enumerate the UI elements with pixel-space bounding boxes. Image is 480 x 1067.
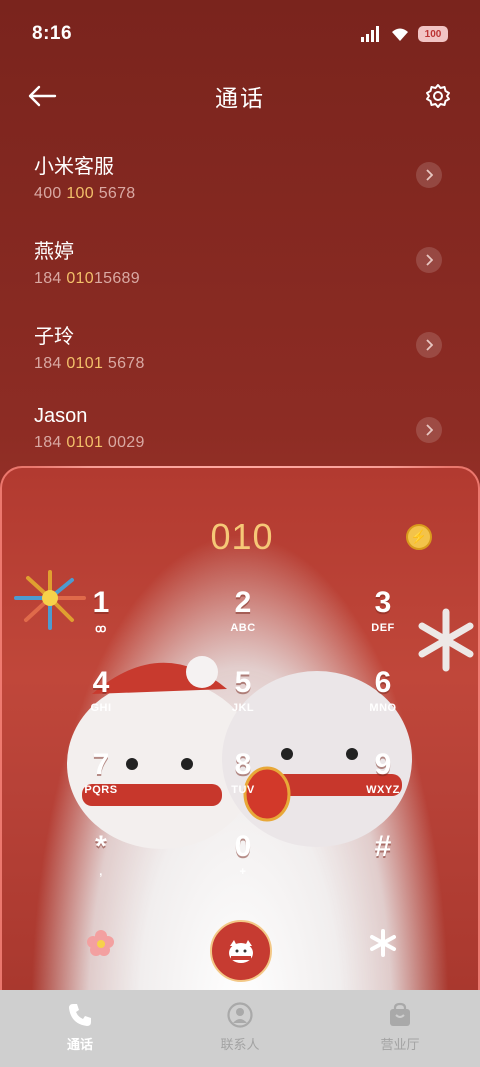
nav-label: 联系人 <box>220 1037 260 1052</box>
nav-store[interactable]: 营业厅 <box>320 990 480 1067</box>
detail-button[interactable] <box>416 417 442 443</box>
bottom-nav: 通话 联系人 营业厅 <box>0 990 480 1067</box>
key-star[interactable]: * , <box>46 830 156 890</box>
chevron-right-icon <box>426 424 433 436</box>
contact-number: 184 0101 5678 <box>34 355 145 372</box>
status-bar: 8:16 100 <box>0 0 480 68</box>
key-hash[interactable]: # <box>328 830 438 890</box>
coin-icon[interactable]: ⚡ <box>406 524 432 550</box>
nav-calls[interactable]: 通话 <box>0 990 160 1067</box>
key-0[interactable]: 0 + <box>188 830 298 890</box>
key-4[interactable]: 4 GHI <box>46 666 156 726</box>
back-arrow-icon <box>28 85 57 107</box>
suggestion-item[interactable]: 子玲 184 0101 5678 <box>0 310 480 395</box>
contact-number: 184 01015689 <box>34 270 140 287</box>
suggestion-item[interactable]: 燕婷 184 01015689 <box>0 225 480 310</box>
contact-name: 燕婷 <box>34 241 74 263</box>
chevron-right-icon <box>426 254 433 266</box>
flower-icon[interactable] <box>86 928 116 958</box>
contact-icon <box>227 1002 253 1028</box>
settings-button[interactable] <box>418 76 458 116</box>
detail-button[interactable] <box>416 162 442 188</box>
status-icons: 100 <box>360 26 448 42</box>
key-3[interactable]: 3 DEF <box>328 586 438 646</box>
gear-icon <box>426 84 450 108</box>
page-title: 通话 <box>215 85 265 111</box>
signal-icon <box>361 26 379 42</box>
phone-icon <box>69 1004 91 1026</box>
contact-name: Jason <box>34 405 88 427</box>
nav-label: 通话 <box>66 1037 93 1052</box>
header: 通话 <box>0 68 480 124</box>
key-6[interactable]: 6 MNO <box>328 666 438 726</box>
key-2[interactable]: 2 ABC <box>188 586 298 646</box>
cat-call-icon <box>229 940 253 963</box>
store-icon <box>390 1002 410 1026</box>
back-button[interactable] <box>22 76 62 116</box>
key-8[interactable]: 8 TUV <box>188 748 298 808</box>
status-time: 8:16 <box>32 23 73 44</box>
call-button[interactable] <box>210 920 272 982</box>
detail-button[interactable] <box>416 247 442 273</box>
key-9[interactable]: 9 WXYZ <box>328 748 438 808</box>
key-5[interactable]: 5 JKL <box>188 666 298 726</box>
dialer-screen: 8:16 100 通话 小米客服 400 100 5678 燕婷 184 010… <box>0 0 480 1067</box>
contact-name: 小米客服 <box>34 156 114 178</box>
dialpad-panel: 010 ⚡ 1 ꝏ 2 ABC 3 DEF 4 GHI 5 JKL 6 MNO … <box>0 466 480 990</box>
chevron-right-icon <box>426 339 433 351</box>
suggestion-item[interactable]: 小米客服 400 100 5678 <box>0 140 480 225</box>
key-7[interactable]: 7 PQRS <box>46 748 156 808</box>
snowflake-button-icon[interactable] <box>368 928 398 958</box>
contact-number: 184 0101 0029 <box>34 434 145 451</box>
chevron-right-icon <box>426 169 433 181</box>
contact-suggestions: 小米客服 400 100 5678 燕婷 184 01015689 子玲 184… <box>0 140 480 480</box>
contact-name: 子玲 <box>34 326 74 348</box>
wifi-icon <box>392 28 408 41</box>
nav-label: 营业厅 <box>380 1037 420 1052</box>
key-1[interactable]: 1 ꝏ <box>46 586 156 646</box>
nav-contacts[interactable]: 联系人 <box>160 990 320 1067</box>
detail-button[interactable] <box>416 332 442 358</box>
battery-indicator: 100 <box>418 26 448 42</box>
contact-number: 400 100 5678 <box>34 185 136 202</box>
